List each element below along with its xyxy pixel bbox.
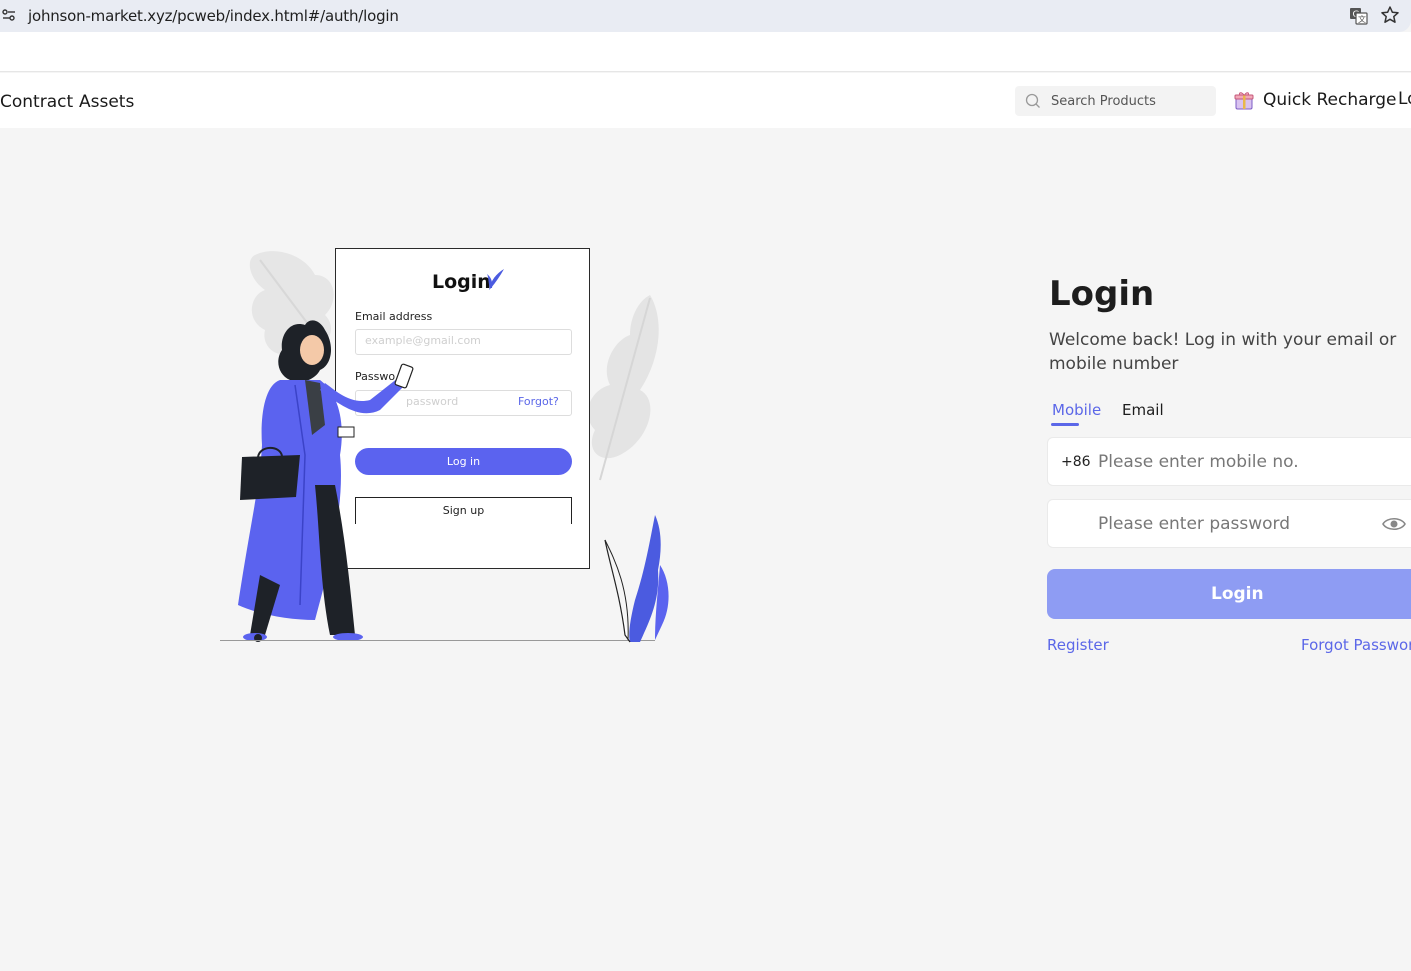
nav-item-contract[interactable]: Contract — [0, 92, 73, 112]
search-input[interactable] — [1051, 86, 1211, 116]
password-field[interactable] — [1047, 499, 1411, 548]
woman-illustration — [238, 320, 414, 642]
search-icon — [1025, 93, 1040, 108]
site-settings-icon[interactable] — [2, 8, 16, 22]
nav-item-assets[interactable]: Assets — [79, 92, 134, 112]
translate-icon[interactable]: G 文 — [1348, 6, 1368, 26]
password-input[interactable] — [1098, 500, 1398, 547]
top-blank-strip — [0, 32, 1411, 72]
forgot-password-link[interactable]: Forgot Password — [1301, 636, 1411, 654]
country-code-selector[interactable]: +86 — [1061, 454, 1091, 470]
illustration-forgot: Forgot? — [518, 395, 559, 408]
register-link[interactable]: Register — [1047, 636, 1109, 654]
login-title: Login — [1049, 274, 1155, 314]
show-password-eye-icon[interactable] — [1382, 515, 1406, 533]
url-text[interactable]: johnson-market.xyz/pcweb/index.html#/aut… — [28, 7, 399, 25]
top-navigation: Contract Assets Quick Recharge Lo — [0, 73, 1411, 128]
bookmark-star-icon[interactable] — [1380, 5, 1400, 25]
welcome-text: Welcome back! Log in with your email or … — [1049, 330, 1397, 374]
background-leaf-illustration-2 — [587, 295, 659, 481]
tab-mobile[interactable]: Mobile — [1050, 401, 1101, 426]
login-submit-button[interactable]: Login — [1047, 569, 1411, 619]
svg-text:文: 文 — [1358, 14, 1366, 24]
search-box[interactable] — [1015, 86, 1216, 116]
quick-recharge-label: Quick Recharge — [1263, 90, 1397, 110]
tab-email[interactable]: Email — [1122, 401, 1164, 419]
nav-item-truncated[interactable]: Lo — [1398, 89, 1411, 109]
gift-icon — [1234, 92, 1254, 110]
plant-illustration — [604, 515, 669, 643]
illustration-title: Login — [432, 271, 491, 293]
mobile-field[interactable]: +86 — [1047, 437, 1411, 486]
ground-line — [220, 640, 655, 641]
browser-address-bar: johnson-market.xyz/pcweb/index.html#/aut… — [0, 0, 1411, 32]
sprout-icon — [487, 269, 504, 290]
quick-recharge-link[interactable]: Quick Recharge — [1234, 87, 1396, 113]
mobile-input[interactable] — [1098, 438, 1398, 485]
